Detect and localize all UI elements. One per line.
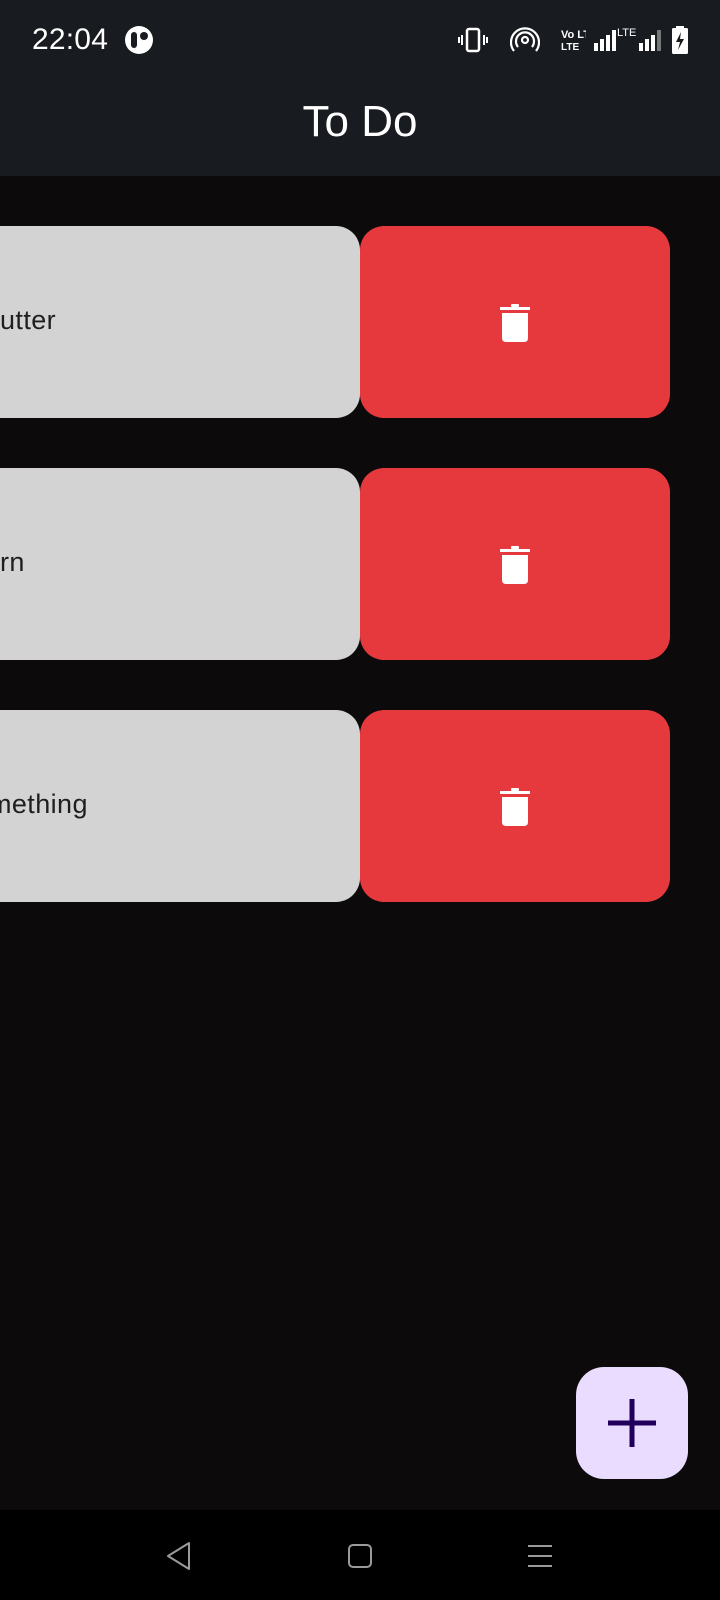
home-icon[interactable] [336, 1532, 384, 1580]
plus-icon [608, 1399, 656, 1447]
trash-icon [500, 546, 530, 584]
recents-icon[interactable] [516, 1532, 564, 1580]
todo-text: rn [0, 547, 25, 577]
lte-label: LTE [617, 27, 636, 39]
vibrate-icon [458, 27, 488, 53]
trash-icon [500, 304, 530, 342]
delete-button[interactable] [360, 226, 670, 418]
back-icon[interactable] [156, 1532, 204, 1580]
list-item: utter [0, 226, 720, 418]
list-item: rn [0, 468, 720, 660]
hotspot-icon [510, 27, 540, 52]
lte-signal-icon: LTE [617, 27, 661, 51]
delete-button[interactable] [360, 468, 670, 660]
status-time: 22:04 [32, 23, 109, 56]
signal-icon [594, 30, 616, 51]
app-bar: To Do [0, 80, 720, 176]
todo-card[interactable]: utter [0, 226, 360, 418]
todo-text: mething [0, 789, 88, 819]
svg-text:LTE: LTE [561, 42, 579, 53]
app-notification-icon [125, 26, 153, 54]
navigation-bar [0, 1510, 720, 1600]
volte-vo-text: Vo LTE [561, 29, 586, 41]
screen: 22:04 Vo LTE LTE [0, 0, 720, 1600]
trash-icon [500, 788, 530, 826]
battery-charging-icon [672, 26, 688, 54]
todo-card[interactable]: rn [0, 468, 360, 660]
status-bar: 22:04 Vo LTE LTE [0, 0, 720, 80]
todo-list: utter rn mething [0, 176, 720, 1510]
todo-card[interactable]: mething [0, 710, 360, 902]
list-item: mething [0, 710, 720, 902]
todo-text: utter [0, 305, 57, 335]
volte-icon: Vo LTE LTE [561, 29, 586, 53]
page-title: To Do [302, 97, 418, 146]
delete-button[interactable] [360, 710, 670, 902]
add-todo-button[interactable] [576, 1367, 688, 1479]
